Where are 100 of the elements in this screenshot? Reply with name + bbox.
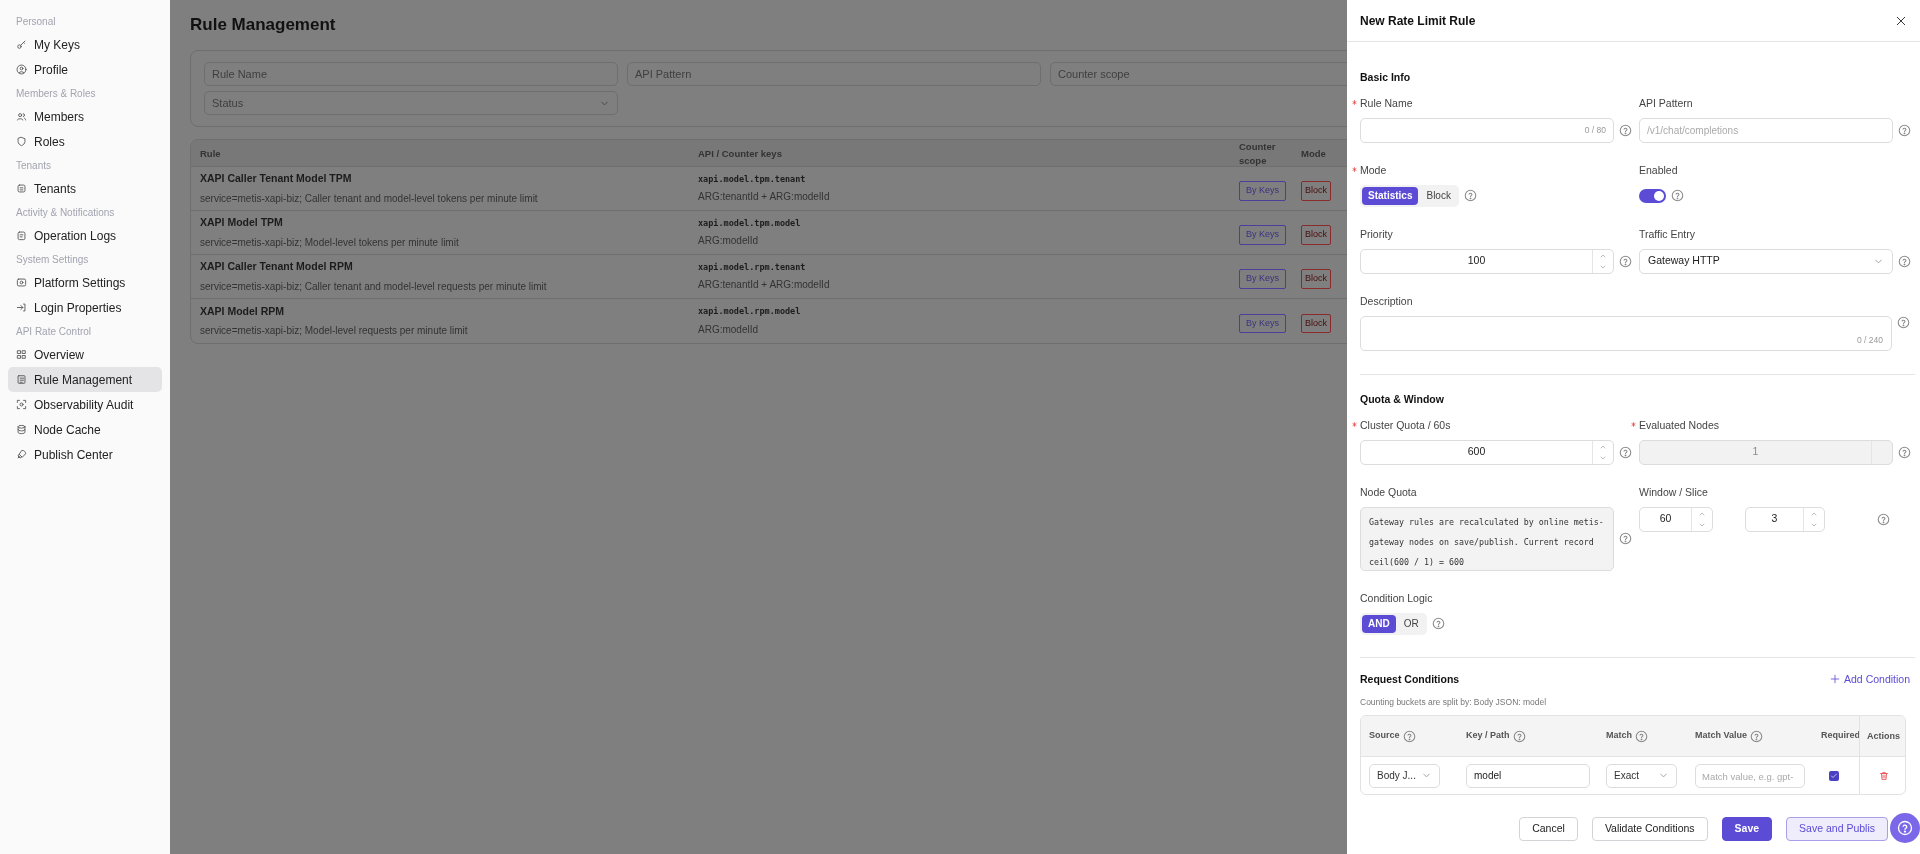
scan-icon: [16, 399, 27, 410]
help-icon: [1898, 123, 1911, 137]
rule-description: service=metis-xapi-biz; Model-level requests per minute limit: [200, 324, 469, 339]
column-header: Required: [1821, 729, 1859, 743]
sidebar-item[interactable]: My Keys: [8, 32, 162, 57]
field-label: Window / Slice: [1639, 484, 1708, 500]
segment-option[interactable]: OR: [1397, 614, 1425, 633]
field-label: Priority: [1360, 226, 1393, 242]
mode-badge: Block: [1301, 181, 1331, 201]
column-header: Match Value: [1695, 729, 1748, 743]
sidebar-item[interactable]: Rule Management: [8, 367, 162, 392]
rule-description: service=metis-xapi-biz; Model-level tokens per minute limit: [200, 235, 460, 250]
sidebar-item[interactable]: Operation Logs: [8, 223, 162, 248]
help-icon: [1897, 315, 1910, 329]
bucket-note: Counting buckets are split by: Body JSON: model: [1360, 696, 1548, 709]
field-label: Mode: [1360, 162, 1387, 178]
footer-button[interactable]: Validate Conditions: [1591, 817, 1708, 841]
section-heading: Quota & Window: [1360, 391, 1445, 407]
help-icon: [1619, 123, 1632, 137]
trash-icon: [1878, 770, 1889, 781]
sidebar-item[interactable]: Overview: [8, 342, 162, 367]
api-key: xapi.model.rpm.tenant: [698, 260, 1239, 274]
drawer-title: New Rate Limit Rule: [1360, 12, 1476, 30]
key-icon: [16, 39, 27, 50]
shield-icon: [16, 136, 27, 147]
field-label: Traffic Entry: [1639, 226, 1695, 242]
footer-button[interactable]: Cancel: [1519, 817, 1578, 841]
window-field[interactable]: 60: [1639, 506, 1713, 532]
field-label: Condition Logic: [1360, 590, 1433, 606]
sidebar-item[interactable]: Members: [8, 104, 162, 129]
mode-badge: Block: [1301, 269, 1331, 289]
field-label: Rule Name: [1360, 95, 1413, 111]
scope-badge: By Keys: [1239, 225, 1286, 245]
mode-badge: Block: [1301, 313, 1331, 334]
check-icon: [1830, 771, 1838, 780]
segment-option[interactable]: AND: [1362, 614, 1396, 633]
column-header: Rule: [200, 147, 222, 162]
match-value-field[interactable]: Match value, e.g. gpt-: [1695, 764, 1805, 789]
filter-input[interactable]: Rule Name: [204, 62, 618, 86]
column-header: Source: [1369, 729, 1400, 743]
clipboard-icon: [16, 230, 27, 241]
sidebar-item[interactable]: Observability Audit: [8, 392, 162, 417]
traffic-entry-select[interactable]: Gateway HTTP: [1639, 248, 1893, 274]
list-icon: [16, 374, 27, 385]
character-counter: 0 / 80: [1584, 123, 1606, 137]
sidebar-item[interactable]: Roles: [8, 129, 162, 154]
sidebar-item[interactable]: Publish Center: [8, 442, 162, 467]
rule-name: XAPI Caller Tenant Model RPM: [200, 259, 354, 275]
sidebar-item[interactable]: Platform Settings: [8, 270, 162, 295]
sidebar-item[interactable]: Login Properties: [8, 295, 162, 320]
sidebar-item[interactable]: Node Cache: [8, 417, 162, 442]
column-header: Actions: [1859, 716, 1905, 756]
field-label: Cluster Quota / 60s: [1360, 417, 1451, 433]
slice-field[interactable]: 3: [1745, 506, 1825, 532]
toggle-switch[interactable]: [1639, 188, 1666, 203]
checkbox[interactable]: [1829, 770, 1839, 781]
cluster-quota-field[interactable]: 600: [1360, 439, 1614, 465]
source-select[interactable]: Body J...: [1369, 763, 1440, 788]
counter-keys: ARG:modelId: [698, 233, 1239, 249]
page-title: Rule Management: [190, 14, 337, 36]
help-icon: [1512, 729, 1526, 743]
delete-button[interactable]: [1878, 770, 1889, 781]
filter-input[interactable]: API Pattern: [627, 62, 1041, 86]
help-icon: [1619, 532, 1632, 545]
settings-panel-icon: [16, 277, 27, 288]
key-path-field[interactable]: model: [1466, 763, 1590, 788]
match-select[interactable]: Exact: [1606, 763, 1677, 788]
api-key: xapi.model.rpm.model: [698, 305, 1239, 318]
segment-option[interactable]: Block: [1420, 186, 1457, 205]
footer-button[interactable]: Save and Publis: [1786, 817, 1888, 841]
help-button[interactable]: [1890, 813, 1920, 843]
footer-button[interactable]: Save: [1721, 817, 1773, 841]
section-heading: Tenants: [15, 158, 53, 173]
sidebar-item[interactable]: Tenants: [8, 176, 162, 201]
node-quota-note: Gateway rules are recalculated by online metis-gateway nodes on save/publish. Current record ceil(600 / 1) = 600: [1360, 506, 1614, 571]
help-icon: [1619, 254, 1632, 268]
priority-field[interactable]: 100: [1360, 248, 1614, 274]
section-heading: System Settings: [15, 252, 90, 267]
sidebar-item[interactable]: Profile: [8, 57, 162, 82]
mode-badge: Block: [1301, 225, 1331, 245]
help-icon: [1897, 820, 1913, 836]
help-icon: [1402, 729, 1416, 743]
help-icon: [1671, 189, 1684, 203]
segment-option[interactable]: Statistics: [1362, 186, 1419, 205]
building-icon: [16, 183, 27, 194]
column-header: Match: [1606, 729, 1632, 743]
section-heading: Basic Info: [1360, 70, 1412, 85]
section-heading: Members & Roles: [15, 86, 97, 101]
help-icon: [1635, 729, 1648, 743]
help-icon: [1898, 254, 1911, 268]
plus-icon: [1830, 674, 1841, 685]
api-pattern-field[interactable]: /v1/chat/completions: [1639, 117, 1893, 143]
rule-name: XAPI Model TPM: [200, 215, 284, 231]
login-icon: [16, 302, 27, 313]
rule-description: service=metis-xapi-biz; Caller tenant and model-level tokens per minute limit: [200, 191, 539, 206]
help-icon: [1750, 729, 1764, 743]
add-condition-link[interactable]: Add Condition: [1830, 671, 1910, 688]
counter-keys: ARG:tenantId + ARG:modelId: [698, 277, 1239, 293]
field-label: Enabled: [1639, 162, 1678, 178]
filter-input[interactable]: Counter scope: [1050, 62, 1347, 86]
